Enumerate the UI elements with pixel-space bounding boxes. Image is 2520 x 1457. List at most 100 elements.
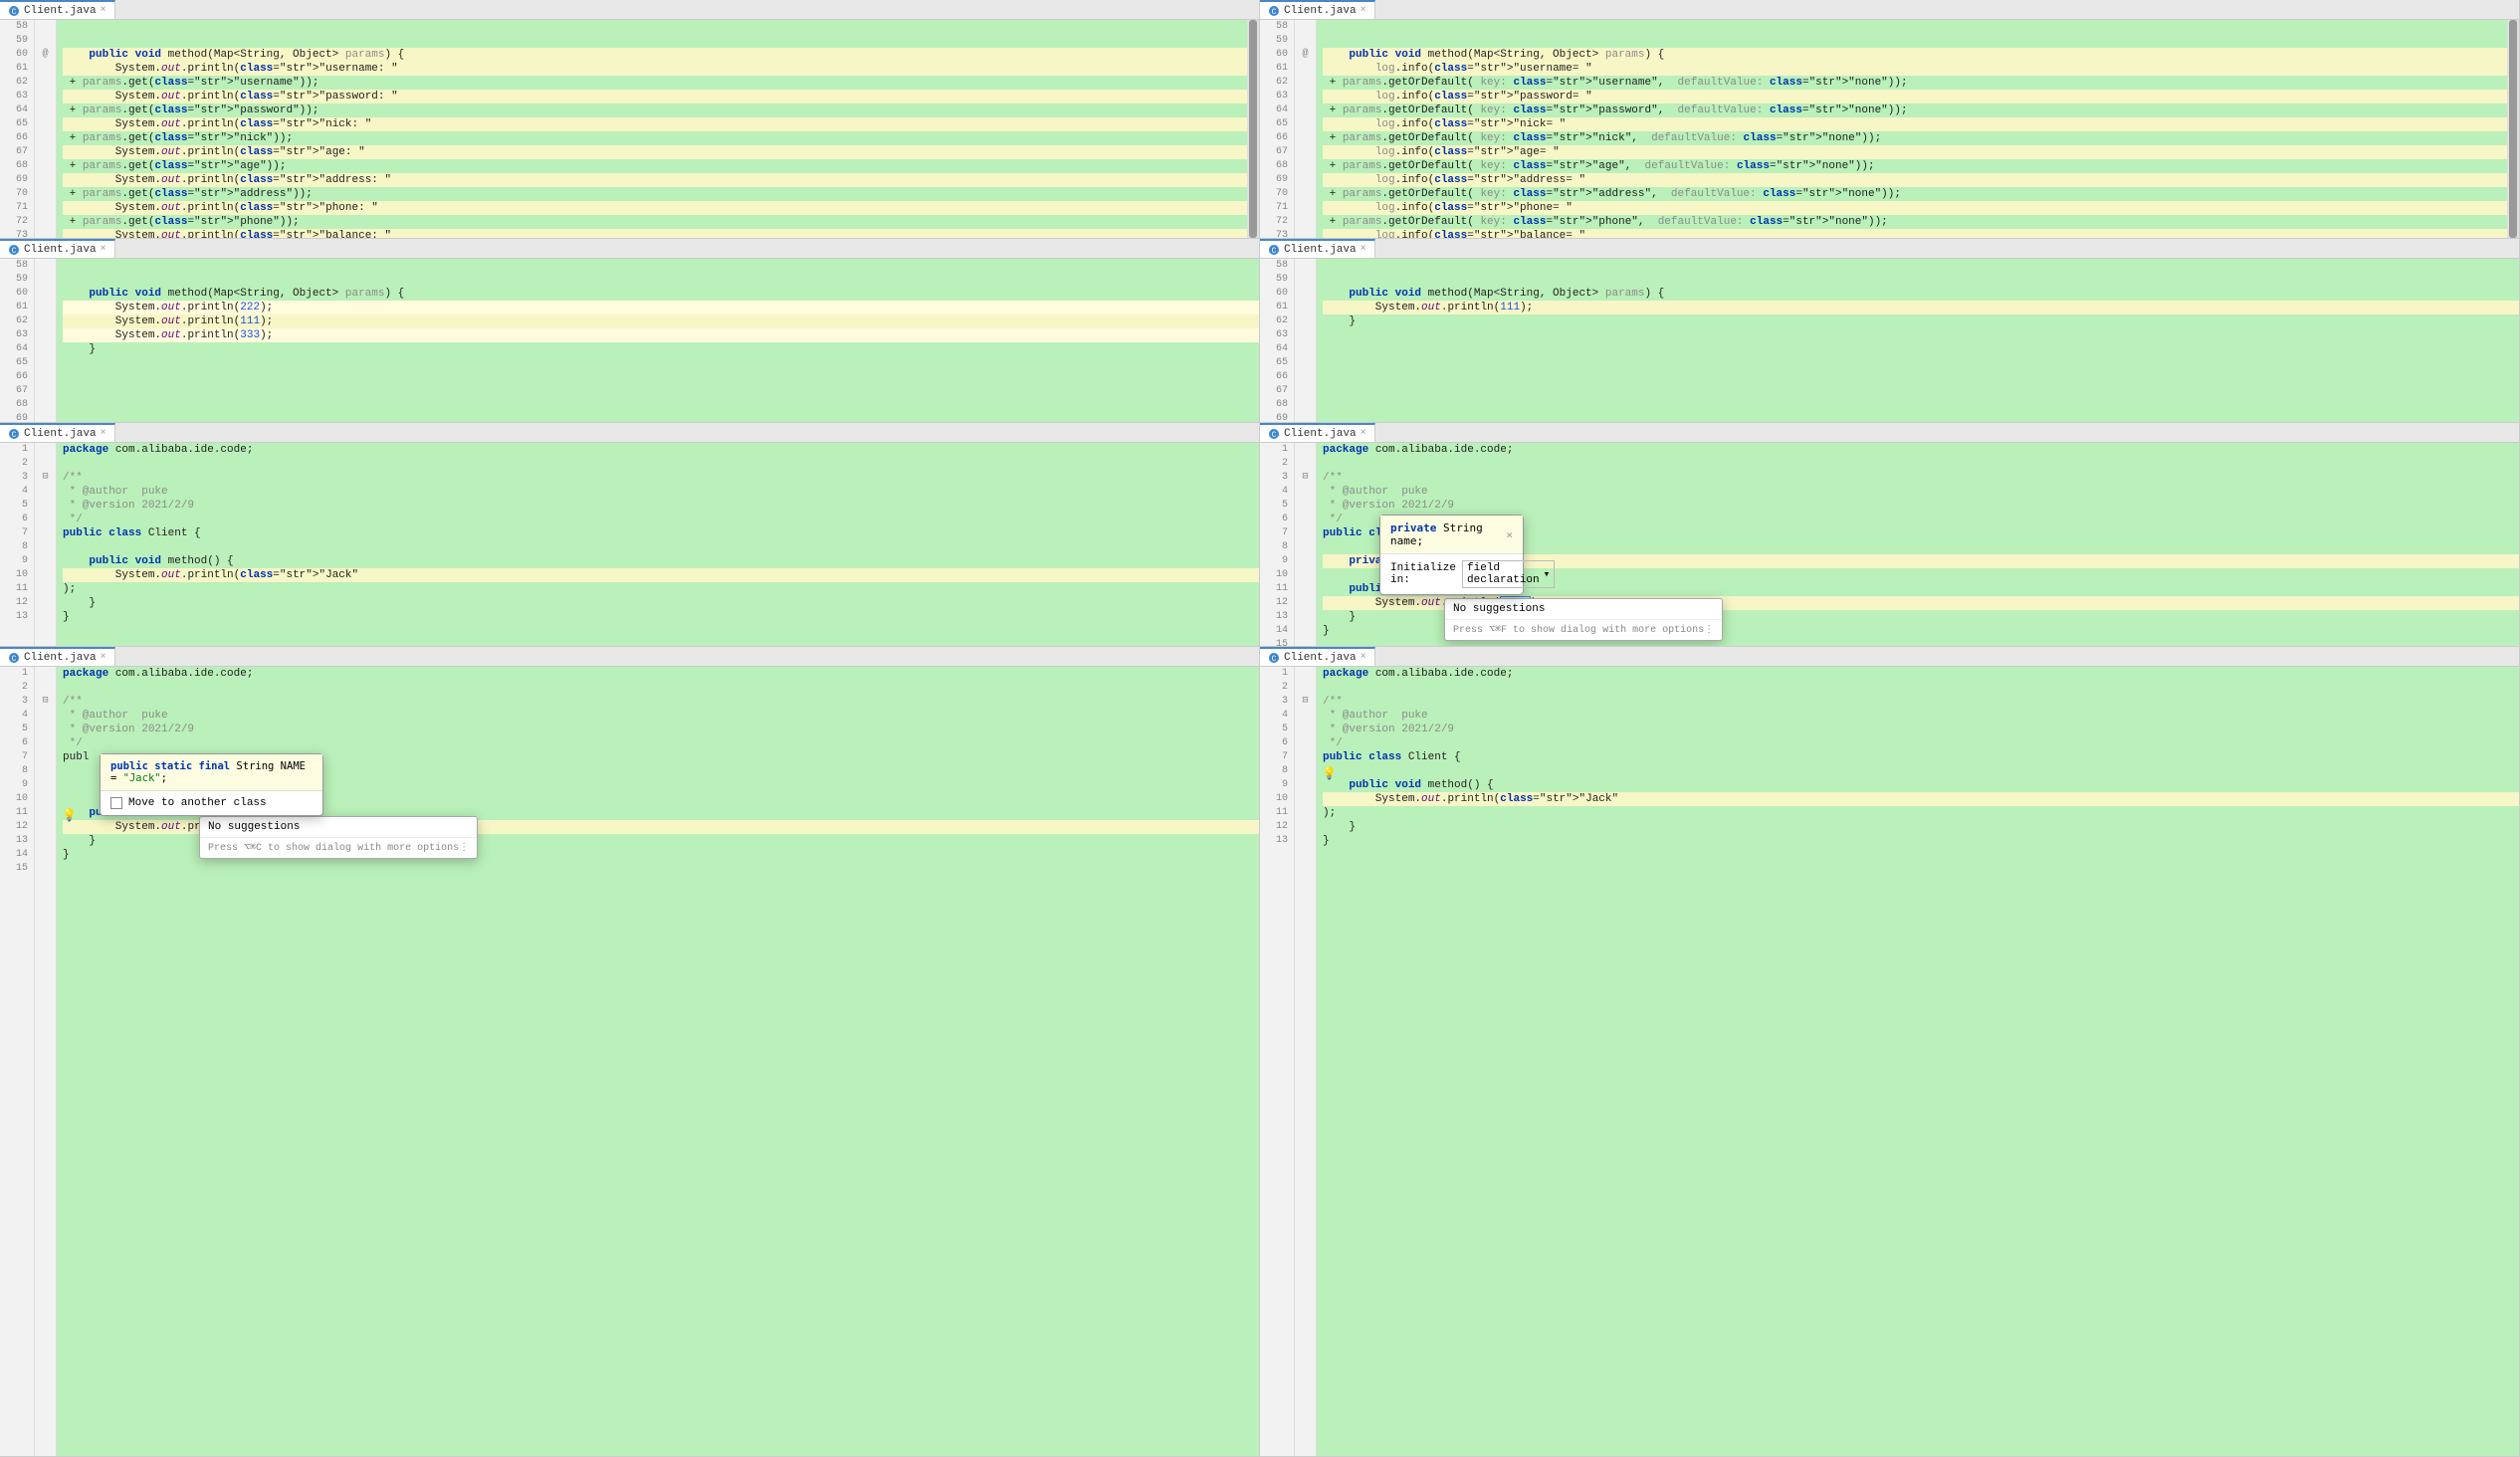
completion-popup[interactable]: No suggestions Press ⌥⌘C to show dialog … [199,816,478,859]
tab-bar: C Client.java × [0,423,1259,443]
close-icon[interactable]: × [1361,5,1366,16]
line-gutter: 58596061626364656667686970717273747576 [1260,20,1295,238]
tab-bar: C Client.java × [0,239,1259,259]
introduce-field-popup[interactable]: private String name; × Initialize in: fi… [1379,515,1524,595]
svg-text:C: C [1272,247,1277,256]
editor-tab[interactable]: C Client.java × [0,647,115,666]
more-menu-icon[interactable]: ⋮ [1704,624,1714,636]
line-gutter: 585960616263646566676869707172 [0,259,35,422]
introduce-constant-popup[interactable]: public static final String NAME = "Jack"… [100,753,323,816]
close-icon[interactable]: × [101,244,106,255]
tab-bar: C Client.java × [0,0,1259,20]
marker-column: @ [35,20,57,238]
svg-text:C: C [1272,431,1277,440]
close-icon[interactable]: × [101,5,106,16]
svg-text:C: C [12,655,17,664]
editor[interactable]: 123456789101112131415 ⊟ package com.alib… [1260,443,2519,646]
line-gutter: 12345678910111213 [1260,667,1295,1456]
java-file-icon: C [8,5,20,17]
close-icon[interactable]: × [1361,244,1366,255]
more-menu-icon[interactable]: ⋮ [459,842,469,854]
java-file-icon: C [8,244,20,256]
editor[interactable]: 585960616263646566676869707172 public vo… [0,259,1259,422]
init-label: Initialize in: [1390,562,1456,586]
line-gutter: 585960616263646566676869707172 [1260,259,1295,422]
tab-label: Client.java [24,428,97,440]
tab-bar: C Client.java × [1260,0,2519,20]
tab-label: Client.java [1284,428,1357,440]
svg-text:C: C [12,431,17,440]
vertical-scrollbar[interactable] [1247,20,1259,238]
pane-bottom-right: C Client.java × 12345678910111213 ⊟ pack… [1260,647,2520,1457]
pane-top-left: C Client.java × 585960616263646566676869… [0,0,1260,239]
intention-bulb-icon[interactable]: 💡 [62,808,77,823]
intention-bulb-icon[interactable]: 💡 [1322,766,1337,781]
marker-column: ⊟ [1295,443,1317,646]
code-area[interactable]: public void method(Map<String, Object> p… [1317,20,2519,238]
marker-column: ⊟ [35,667,57,1456]
code-area[interactable]: public void method(Map<String, Object> p… [1317,259,2519,422]
tab-label: Client.java [24,5,97,17]
no-suggestions-label: No suggestions [1445,599,1722,619]
tab-label: Client.java [1284,5,1357,17]
move-checkbox[interactable] [110,797,122,809]
editor[interactable]: 58596061626364656667686970717273747576 @… [0,20,1259,238]
editor-tab[interactable]: C Client.java × [0,423,115,442]
close-icon[interactable]: × [1361,652,1366,663]
pane-third-left: C Client.java × 12345678910111213 ⊟ pack… [0,423,1260,647]
java-file-icon: C [1268,5,1280,17]
chevron-down-icon: ▾ [1544,567,1551,581]
close-icon[interactable]: × [101,652,106,663]
close-icon[interactable]: × [1361,428,1366,439]
tab-bar: C Client.java × [1260,647,2519,667]
pane-bottom-left: C Client.java × 123456789101112131415 ⊟ … [0,647,1260,1457]
move-label: Move to another class [128,797,267,809]
vertical-scrollbar[interactable] [2507,20,2519,238]
popup-code: private String name; [1390,521,1506,547]
editor-tab[interactable]: C Client.java × [1260,423,1375,442]
completion-popup[interactable]: No suggestions Press ⌥⌘F to show dialog … [1444,598,1723,641]
pane-third-right: C Client.java × 123456789101112131415 ⊟ … [1260,423,2520,647]
java-file-icon: C [1268,244,1280,256]
code-area[interactable]: public void method(Map<String, Object> p… [57,259,1259,422]
line-gutter: 58596061626364656667686970717273747576 [0,20,35,238]
editor-tab[interactable]: C Client.java × [0,239,115,258]
java-file-icon: C [8,652,20,664]
marker-column: @ [1295,20,1317,238]
line-gutter: 123456789101112131415 [1260,443,1295,646]
java-file-icon: C [1268,428,1280,440]
code-area[interactable]: package com.alibaba.ide.code;/** * @auth… [57,443,1259,646]
code-area[interactable]: package com.alibaba.ide.code;/** * @auth… [1317,667,2519,1456]
close-icon[interactable]: × [1506,528,1513,541]
suggestion-hint: Press ⌥⌘F to show dialog with more optio… [1453,624,1704,636]
pane-mid-left: C Client.java × 585960616263646566676869… [0,239,1260,423]
pane-top-right: C Client.java × 585960616263646566676869… [1260,0,2520,239]
init-value: field declaration [1467,562,1540,586]
code-area[interactable]: public void method(Map<String, Object> p… [57,20,1259,238]
editor-tab[interactable]: C Client.java × [1260,647,1375,666]
editor-tab[interactable]: C Client.java × [1260,0,1375,19]
editor[interactable]: 58596061626364656667686970717273747576 @… [1260,20,2519,238]
marker-column: ⊟ [1295,667,1317,1456]
java-file-icon: C [8,428,20,440]
tab-bar: C Client.java × [0,647,1259,667]
svg-text:C: C [1272,8,1277,17]
tab-bar: C Client.java × [1260,239,2519,259]
no-suggestions-label: No suggestions [200,817,477,837]
close-icon[interactable]: × [101,428,106,439]
editor[interactable]: 123456789101112131415 ⊟ package com.alib… [0,667,1259,1456]
java-file-icon: C [1268,652,1280,664]
line-gutter: 12345678910111213 [0,443,35,646]
tab-label: Client.java [1284,244,1357,256]
tab-label: Client.java [1284,652,1357,664]
svg-text:C: C [1272,655,1277,664]
editor[interactable]: 585960616263646566676869707172 public vo… [1260,259,2519,422]
init-dropdown[interactable]: field declaration ▾ [1462,560,1555,588]
editor-tab[interactable]: C Client.java × [0,0,115,19]
editor[interactable]: 12345678910111213 ⊟ package com.alibaba.… [1260,667,2519,1456]
editor[interactable]: 12345678910111213 ⊟ package com.alibaba.… [0,443,1259,646]
marker-column [35,259,57,422]
editor-tab[interactable]: C Client.java × [1260,239,1375,258]
marker-column: ⊟ [35,443,57,646]
popup-code: public static final String NAME = "Jack"… [110,760,313,784]
